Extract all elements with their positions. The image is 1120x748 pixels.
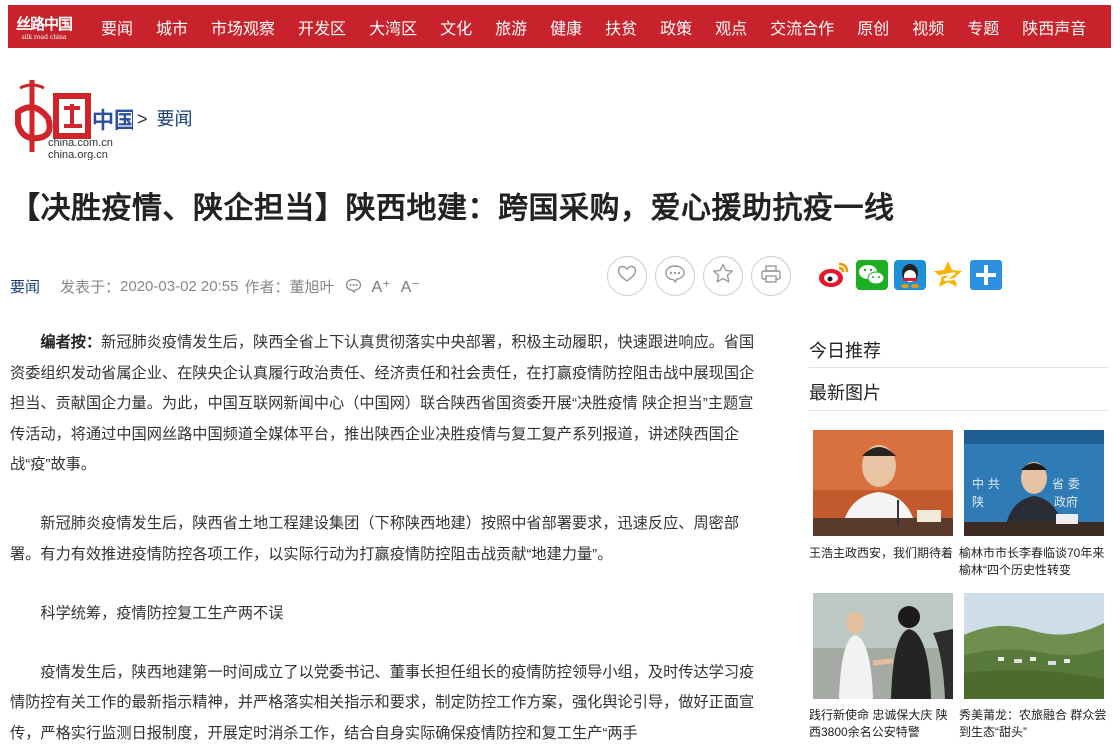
favorite-icon [712, 263, 734, 289]
nav-items: 要闻 城市 市场观察 开发区 大湾区 文化 旅游 健康 扶贫 政策 观点 交流合作 原创 视频 专题 陕西声音 [80, 5, 1086, 48]
photo-thumbnail[interactable] [813, 593, 953, 699]
nav-item[interactable]: 交流合作 [770, 15, 834, 39]
logo-text: 丝路中国 [15, 14, 73, 33]
nav-item[interactable]: 原创 [857, 15, 889, 39]
nav-item[interactable]: 文化 [440, 15, 472, 39]
font-increase-button[interactable]: A⁺ [372, 277, 391, 297]
nav-item[interactable]: 视频 [912, 15, 944, 39]
photo-caption[interactable]: 践行新使命 忠诚保大庆 陕西3800余名公安特警 [809, 707, 959, 741]
editor-note-text: 新冠肺炎疫情发生后，陕西全省上下认真贯彻落实中央部署，积极主动履职，快速跟进响应… [10, 334, 755, 473]
divider [809, 410, 1109, 411]
breadcrumb-separator: > [137, 109, 148, 129]
like-button[interactable] [607, 256, 647, 296]
article-body: 编者按：新冠肺炎疫情发生后，陕西全省上下认真贯彻落实中央部署，积极主动履职，快速… [10, 328, 765, 748]
svg-text:省 委: 省 委 [1052, 477, 1080, 491]
article-paragraph: 新冠肺炎疫情发生后，陕西省土地工程建设集团（下称陕西地建）按照中省部署要求，迅速… [10, 515, 740, 563]
editor-note-label: 编者按： [40, 334, 102, 351]
silk-road-china-logo[interactable]: 丝路中国 silk road china [8, 5, 80, 48]
nav-item[interactable]: 城市 [156, 15, 188, 39]
nav-item[interactable]: 市场观察 [211, 15, 275, 39]
article-title: 【决胜疫情、陕企担当】陕西地建：跨国采购，爱心援助抗疫一线 [10, 191, 895, 226]
photo-caption[interactable]: 榆林市市长李春临谈70年来榆林“四个历史性转变 [959, 545, 1109, 579]
published-label: 发表于： [60, 279, 121, 296]
nav-item[interactable]: 大湾区 [369, 15, 417, 39]
nav-item[interactable]: 健康 [550, 15, 582, 39]
nav-item[interactable]: 要闻 [101, 15, 133, 39]
nav-item[interactable]: 专题 [967, 15, 999, 39]
qzone-share-button[interactable] [931, 260, 965, 294]
logo-main-text: 中国网 [92, 108, 133, 133]
today-recommend-heading[interactable]: 今日推荐 [809, 337, 881, 363]
qq-icon [893, 259, 927, 296]
svg-text:陕: 陕 [972, 494, 984, 509]
breadcrumb: > 要闻 [137, 105, 193, 131]
svg-text:政府: 政府 [1054, 494, 1078, 509]
latest-photos-heading[interactable]: 最新图片 [809, 379, 881, 405]
photo-thumbnail[interactable] [964, 593, 1104, 699]
logo-domain-2: china.org.cn [48, 149, 108, 160]
nav-item[interactable]: 扶贫 [605, 15, 637, 39]
nav-item[interactable]: 开发区 [298, 15, 346, 39]
nav-item[interactable]: 陕西声音 [1022, 15, 1086, 39]
column-link[interactable]: 要闻 [10, 276, 40, 297]
font-decrease-button[interactable]: A⁻ [401, 277, 420, 297]
like-icon [617, 265, 637, 288]
author-label: 作者： [244, 279, 290, 296]
nav-item[interactable]: 旅游 [495, 15, 527, 39]
photo-caption[interactable]: 秀美莆龙：农旅融合 群众尝到生态“甜头” [959, 707, 1109, 741]
more-share-button[interactable] [969, 259, 1003, 296]
article-meta: 要闻 发表于： 2020-03-02 20:55 作者： 董旭叶 A⁺ A⁻ [10, 276, 420, 297]
logo-domain-1: china.com.cn [48, 137, 113, 149]
editor-note: 编者按：新冠肺炎疫情发生后，陕西全省上下认真贯彻落实中央部署，积极主动履职，快速… [10, 328, 765, 481]
nav-item[interactable]: 观点 [715, 15, 747, 39]
weibo-icon [817, 260, 851, 295]
article-paragraph: 疫情发生后，陕西地建第一时间成立了以党委书记、董事长担任组长的疫情防控领导小组，… [10, 663, 755, 742]
photo-thumbnail[interactable]: 中 共 省 委 陕 政府 [964, 430, 1104, 536]
author-name: 董旭叶 [289, 279, 335, 296]
more-share-icon [969, 259, 1003, 296]
photo-thumbnail[interactable] [813, 430, 953, 536]
wechat-icon [855, 259, 889, 296]
qzone-icon [931, 259, 965, 296]
print-button[interactable] [751, 256, 791, 296]
comment-small-icon[interactable] [345, 278, 362, 296]
favorite-button[interactable] [703, 256, 743, 296]
comment-button[interactable] [655, 256, 695, 296]
published-time: 2020-03-02 20:55 [120, 278, 239, 295]
comment-icon [664, 264, 686, 289]
print-icon [760, 264, 782, 289]
divider [809, 367, 1109, 368]
qq-share-button[interactable] [893, 259, 927, 296]
top-nav-bar: 丝路中国 silk road china 要闻 城市 市场观察 开发区 大湾区 文化 旅游健… [8, 5, 1111, 48]
nav-item[interactable]: 政策 [660, 15, 692, 39]
weibo-share-button[interactable] [817, 260, 851, 294]
wechat-share-button[interactable] [855, 259, 889, 296]
breadcrumb-section-link[interactable]: 要闻 [157, 109, 193, 129]
svg-text:中 共: 中 共 [972, 476, 1000, 491]
photo-caption[interactable]: 王浩主政西安，我们期待着 [809, 545, 959, 562]
logo-subtext: silk road china [21, 33, 67, 41]
article-subheading: 科学统筹，疫情防控复工生产两不误 [40, 604, 284, 622]
china-net-logo[interactable]: 中国网 china.com.cn china.org.cn [8, 78, 158, 161]
